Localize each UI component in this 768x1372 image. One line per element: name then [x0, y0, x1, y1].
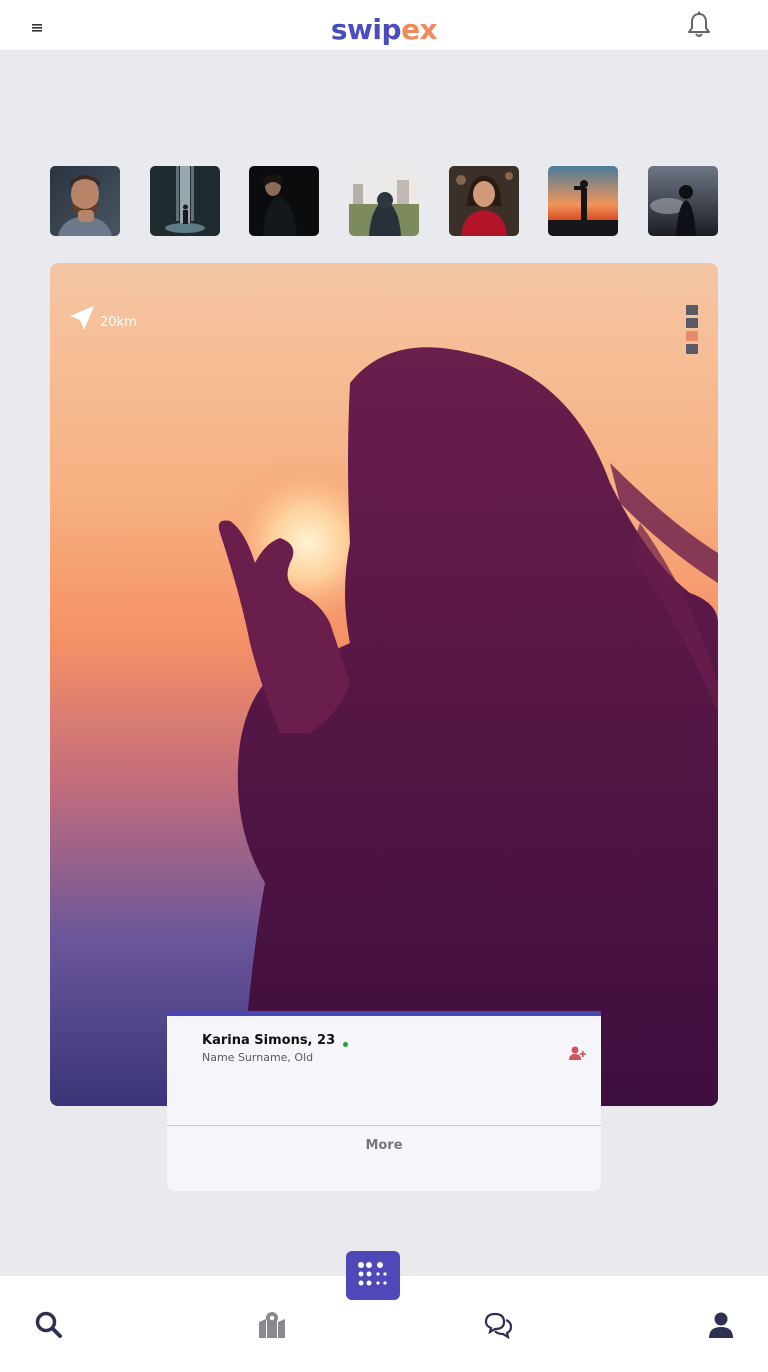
- story-woman-red-sweater-icon: [449, 166, 519, 236]
- profile-info-top: Karina Simons, 23 Name Surname, Old: [167, 1016, 601, 1126]
- profile-card[interactable]: 20km: [50, 263, 718, 1106]
- logo-text-part2: ex: [401, 13, 438, 46]
- center-action-button[interactable]: [346, 1251, 400, 1300]
- chat-icon[interactable]: [483, 1310, 513, 1340]
- story-thumbnail[interactable]: [548, 166, 618, 236]
- profile-photo: [50, 263, 718, 1106]
- story-thumbnail[interactable]: [648, 166, 718, 236]
- profile-name: Karina Simons, 23: [202, 1033, 336, 1048]
- grid-dots-icon: [358, 1262, 387, 1286]
- stories-row: [50, 166, 718, 236]
- profile-subtitle: Name Surname, Old: [202, 1051, 314, 1064]
- story-dark-portrait-icon: [249, 166, 319, 236]
- app-logo: swipex: [0, 13, 768, 46]
- story-waterfall-walker-icon: [150, 166, 220, 236]
- search-icon[interactable]: [34, 1310, 64, 1340]
- story-man-portrait-icon: [50, 166, 120, 236]
- map-icon[interactable]: [257, 1310, 287, 1340]
- distance-indicator: 20km: [68, 304, 137, 332]
- story-thumbnail[interactable]: [449, 166, 519, 236]
- logo-text-part1: swip: [330, 13, 402, 46]
- profile-info-card: Karina Simons, 23 Name Surname, Old More: [167, 1011, 601, 1191]
- story-cloud-silhouette-icon: [648, 166, 718, 236]
- story-sunset-photographer-icon: [548, 166, 618, 236]
- story-thumbnail[interactable]: [249, 166, 319, 236]
- more-button[interactable]: More: [167, 1138, 601, 1153]
- online-status-dot: [343, 1042, 348, 1047]
- story-city-hoodie-icon: [349, 166, 419, 236]
- top-app-bar: swipex: [0, 0, 768, 51]
- pager-dot-active[interactable]: [686, 331, 698, 341]
- profile-icon[interactable]: [706, 1310, 736, 1340]
- distance-text: 20km: [100, 314, 137, 330]
- user-plus-icon[interactable]: [569, 1046, 587, 1061]
- bell-icon[interactable]: [686, 11, 712, 39]
- story-thumbnail[interactable]: [150, 166, 220, 236]
- story-thumbnail[interactable]: [349, 166, 419, 236]
- photo-pager: [686, 305, 698, 357]
- location-arrow-icon: [70, 306, 94, 330]
- pager-dot[interactable]: [686, 344, 698, 354]
- story-thumbnail[interactable]: [50, 166, 120, 236]
- pager-dot[interactable]: [686, 305, 698, 315]
- pager-dot[interactable]: [686, 318, 698, 328]
